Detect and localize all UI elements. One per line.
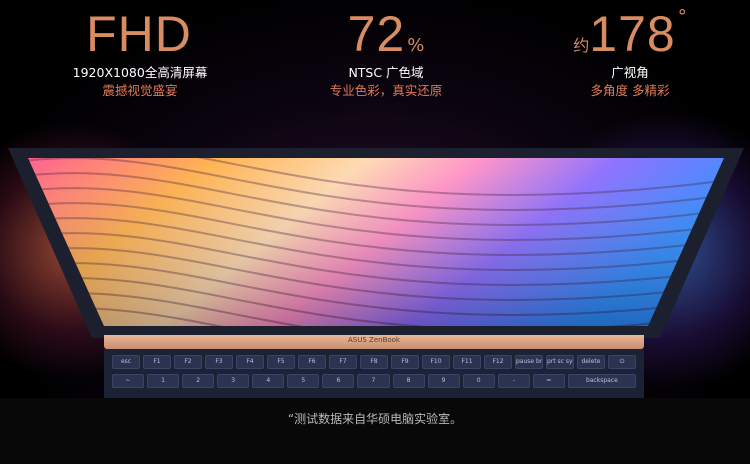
laptop-hinge: ASUS ZenBook (104, 335, 644, 349)
function-row: esc F1 F2 F3 F4 F5 F6 F7 F8 F9 F10 F11 F… (112, 355, 636, 369)
key: 6 (322, 374, 355, 388)
key: F2 (174, 355, 202, 369)
key: 5 (287, 374, 320, 388)
key: = (532, 374, 565, 388)
key: F4 (236, 355, 264, 369)
key: F12 (484, 355, 512, 369)
key: 7 (357, 374, 390, 388)
key: F8 (360, 355, 388, 369)
key: F9 (391, 355, 419, 369)
key: 4 (252, 374, 285, 388)
key: 1 (147, 374, 180, 388)
backspace-key: backspace (567, 374, 636, 388)
key: F3 (205, 355, 233, 369)
footnote: “测试数据来自华硕电脑实验室。 (287, 412, 463, 426)
brand-logo: ASUS ZenBook (348, 336, 400, 344)
keyboard: esc F1 F2 F3 F4 F5 F6 F7 F8 F9 F10 F11 F… (104, 349, 644, 399)
key: 3 (217, 374, 250, 388)
key: F10 (422, 355, 450, 369)
key: 8 (392, 374, 425, 388)
number-row: ~ 1 2 3 4 5 6 7 8 9 0 - = backspace (112, 374, 636, 388)
key: 2 (182, 374, 215, 388)
key: ~ (112, 374, 145, 388)
key: pause break (515, 355, 543, 369)
key: F11 (453, 355, 481, 369)
key: 0 (462, 374, 495, 388)
key: delete (577, 355, 605, 369)
key: 9 (427, 374, 460, 388)
key: F6 (298, 355, 326, 369)
key: F1 (143, 355, 171, 369)
key: prt sc sysrq (546, 355, 574, 369)
footer-band (0, 398, 750, 464)
product-banner: FHD 1920X1080全高清屏幕 震撼视觉盛宴 72% NTSC 广色域 专… (0, 0, 750, 464)
key: - (497, 374, 530, 388)
key: F5 (267, 355, 295, 369)
laptop-illustration: ASUS ZenBook esc F1 F2 F3 F4 F5 F6 F7 F8… (0, 0, 750, 464)
key: F7 (329, 355, 357, 369)
key: esc (112, 355, 140, 369)
laptop-screen (8, 148, 744, 338)
power-key: ⏻ (608, 355, 636, 369)
